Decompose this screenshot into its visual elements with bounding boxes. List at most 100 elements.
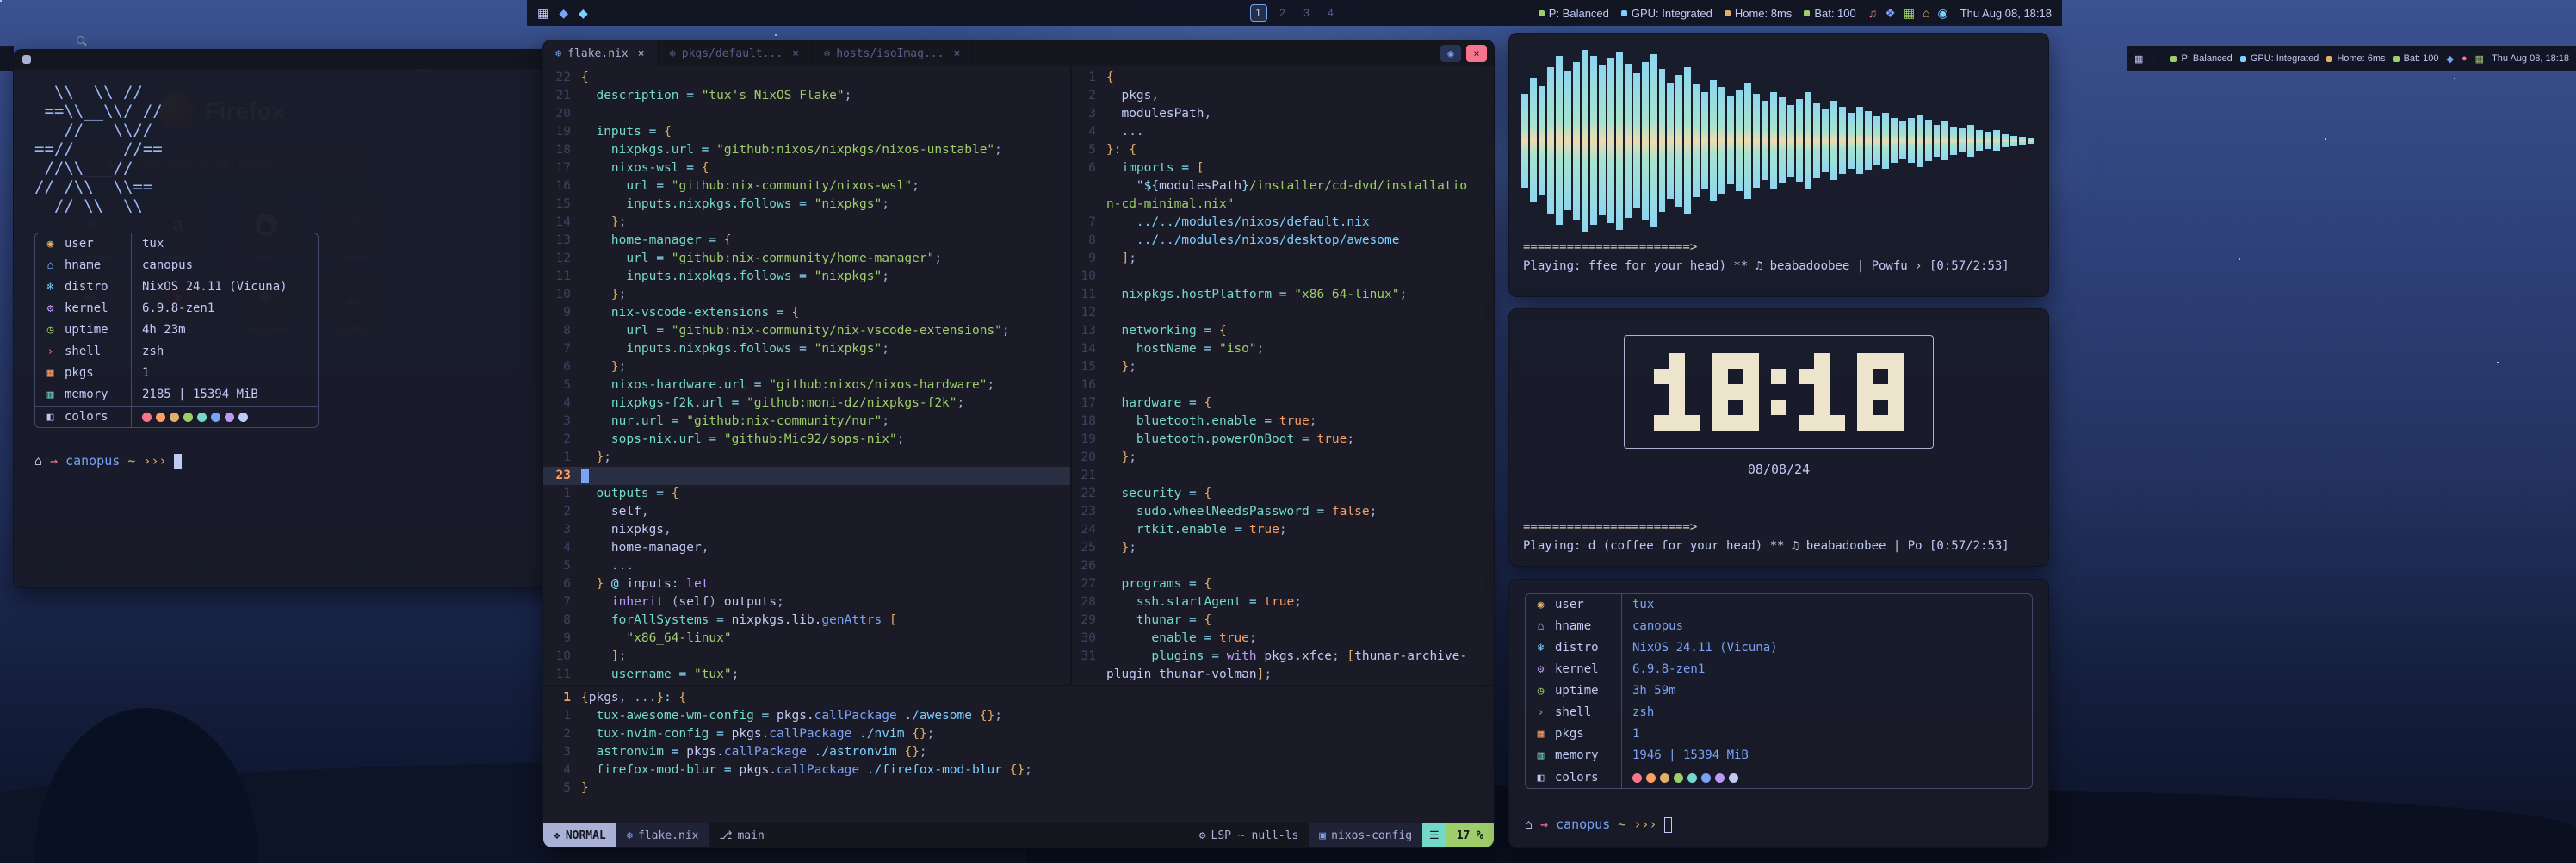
code-line[interactable]: 11 username = "tux"; [543,666,1070,684]
code-line[interactable]: 16 [1072,376,1494,394]
code-line[interactable]: plugin thunar-volman]; [1072,666,1494,684]
code-line[interactable]: 18 bluetooth.enable = true; [1072,413,1494,431]
code-line[interactable]: 17 hardware = { [1072,394,1494,413]
terminal-body[interactable]: \\ \\ // ==\\__\\/ // // \\// ==// //== … [14,69,578,484]
code-line[interactable]: 1{ [1072,69,1494,87]
code-line[interactable]: 4 firefox-mod-blur = pkgs.callPackage ./… [543,761,1494,779]
launcher-icon[interactable]: ◆ [559,6,568,21]
code-line[interactable]: 13 networking = { [1072,322,1494,340]
code-line[interactable]: 20 [543,105,1070,123]
code-line[interactable]: 21 [1072,467,1494,485]
shell-prompt[interactable]: ⌂→canopus~››› [34,452,557,470]
code-line[interactable]: 9 ]; [1072,250,1494,268]
code-line[interactable]: 18 nixpkgs.url = "github:nixos/nixpkgs/n… [543,141,1070,159]
code-line[interactable]: 2 self, [543,503,1070,521]
code-line[interactable]: 10 ]; [543,648,1070,666]
code-line[interactable]: 11 nixpkgs.hostPlatform = "x86_64-linux"… [1072,286,1494,304]
code-line[interactable]: 9 nix-vscode-extensions = { [543,304,1070,322]
tray-icon[interactable]: ♫ [1868,6,1878,20]
workspace-button[interactable]: 3 [1298,4,1316,22]
workspace-button[interactable]: 4 [1322,4,1340,22]
code-line[interactable]: 7 ../../modules/nixos/default.nix [1072,214,1494,232]
code-line[interactable]: 6 }; [543,358,1070,376]
tabline-close-button[interactable]: × [1466,45,1487,62]
code-line[interactable]: 8 forAllSystems = nixpkgs.lib.genAttrs [ [543,612,1070,630]
code-line[interactable]: 13 home-manager = { [543,232,1070,250]
code-line[interactable]: 3 modulesPath, [1072,105,1494,123]
tray-icon[interactable]: ⌂ [1923,6,1929,20]
launcher-icon[interactable]: ▦ [537,6,548,21]
code-line[interactable]: 4 home-manager, [543,539,1070,557]
code-line[interactable]: 30 enable = true; [1072,630,1494,648]
editor-tab[interactable]: ❄pkgs/default...× [658,40,812,66]
code-line[interactable]: 11 inputs.nixpkgs.follows = "nixpkgs"; [543,268,1070,286]
fastfetch-window[interactable]: ◉usertux⌂hnamecanopus❄distroNixOS 24.11 … [1508,579,2049,848]
code-line[interactable]: 19 bluetooth.powerOnBoot = true; [1072,431,1494,449]
code-line[interactable]: 22 security = { [1072,485,1494,503]
code-line[interactable]: 1 outputs = { [543,485,1070,503]
code-line[interactable]: 16 url = "github:nix-community/nixos-wsl… [543,177,1070,196]
code-line[interactable]: 7 inherit (self) outputs; [543,593,1070,612]
editor-tab[interactable]: ❄hosts/isoImag...× [812,40,973,66]
code-line[interactable]: 3 astronvim = pkgs.callPackage ./astronv… [543,743,1494,761]
code-line[interactable]: 8 url = "github:nix-community/nix-vscode… [543,322,1070,340]
tray-icon[interactable]: ● [2461,53,2468,64]
workspace-button[interactable]: 1 [1250,4,1267,22]
code-line[interactable]: 25 }; [1072,539,1494,557]
launcher-icon[interactable]: ◆ [579,6,588,21]
workspace-button[interactable]: 2 [1274,4,1291,22]
code-line[interactable]: 17 nixos-wsl = { [543,159,1070,177]
code-line[interactable]: 2 pkgs, [1072,87,1494,105]
code-line[interactable]: 3 nur.url = "github:nix-community/nur"; [543,413,1070,431]
code-line[interactable]: 7 inputs.nixpkgs.follows = "nixpkgs"; [543,340,1070,358]
code-line[interactable]: 31 plugins = with pkgs.xfce; [thunar-arc… [1072,648,1494,666]
code-line[interactable]: "${modulesPath}/installer/cd-dvd/install… [1072,177,1494,196]
tab-close-icon[interactable]: × [953,45,960,63]
neovim-window[interactable]: ❄flake.nix×❄pkgs/default...×❄hosts/isoIm… [542,40,1495,848]
code-line[interactable]: 1{pkgs, ...}: { [543,689,1494,707]
tray-icon[interactable]: ◆ [2447,53,2454,65]
code-line[interactable]: 4 nixpkgs-f2k.url = "github:moni-dz/nixp… [543,394,1070,413]
code-line[interactable]: 12 [1072,304,1494,322]
code-line[interactable]: 2 sops-nix.url = "github:Mic92/sops-nix"… [543,431,1070,449]
code-line[interactable]: 27 programs = { [1072,575,1494,593]
code-line[interactable]: 5}: { [1072,141,1494,159]
code-line[interactable]: 12 url = "github:nix-community/home-mana… [543,250,1070,268]
tab-close-icon[interactable]: × [638,45,645,63]
code-line[interactable]: 19 inputs = { [543,123,1070,141]
code-line[interactable]: 24 rtkit.enable = true; [1072,521,1494,539]
editor-tab[interactable]: ❄flake.nix× [543,40,658,66]
code-line[interactable]: 1 }; [543,449,1070,467]
code-line[interactable]: 5} [543,779,1494,798]
code-line[interactable]: 29 thunar = { [1072,612,1494,630]
code-line[interactable]: 6 } @ inputs: let [543,575,1070,593]
code-line[interactable]: 9 "x86_64-linux" [543,630,1070,648]
terminal-titlebar[interactable] [14,50,578,69]
code-line[interactable]: 21 description = "tux's NixOS Flake"; [543,87,1070,105]
cava-visualizer-window[interactable]: =======================> Playing: ffee f… [1508,33,2049,297]
tray-icon[interactable]: ▦ [1904,6,1915,21]
code-line[interactable]: 2 tux-nvim-config = pkgs.callPackage ./n… [543,725,1494,743]
clock-window[interactable]: 08/08/24 =======================> Playin… [1508,308,2049,567]
code-line[interactable]: 26 [1072,557,1494,575]
tabline-pin-button[interactable]: ◉ [1440,45,1461,62]
terminal-window[interactable]: \\ \\ // ==\\__\\/ // // \\// ==// //== … [13,49,579,588]
code-line[interactable]: 5 ... [543,557,1070,575]
code-line[interactable]: 1 tux-awesome-wm-config = pkgs.callPacka… [543,707,1494,725]
code-line[interactable]: 10 [1072,268,1494,286]
code-line[interactable]: 14 }; [543,214,1070,232]
code-line[interactable]: 5 nixos-hardware.url = "github:nixos/nix… [543,376,1070,394]
code-line[interactable]: 15 inputs.nixpkgs.follows = "nixpkgs"; [543,196,1070,214]
code-line[interactable]: 23 [543,467,1070,485]
titlebar-button[interactable] [22,55,31,64]
code-line[interactable]: 14 hostName = "iso"; [1072,340,1494,358]
code-line[interactable]: 10 }; [543,286,1070,304]
tray-icon[interactable]: ▦ [2475,53,2484,65]
code-line[interactable]: 23 sudo.wheelNeedsPassword = false; [1072,503,1494,521]
code-line[interactable]: 6 imports = [ [1072,159,1494,177]
code-line[interactable]: 8 ../../modules/nixos/desktop/awesome [1072,232,1494,250]
tray-icon[interactable]: ◉ [1938,6,1948,21]
pkgs-default-pane[interactable]: 1{pkgs, ...}: {1 tux-awesome-wm-config =… [543,686,1494,823]
tray-icon[interactable]: ❖ [1885,6,1896,21]
code-line[interactable]: 4 ... [1072,123,1494,141]
